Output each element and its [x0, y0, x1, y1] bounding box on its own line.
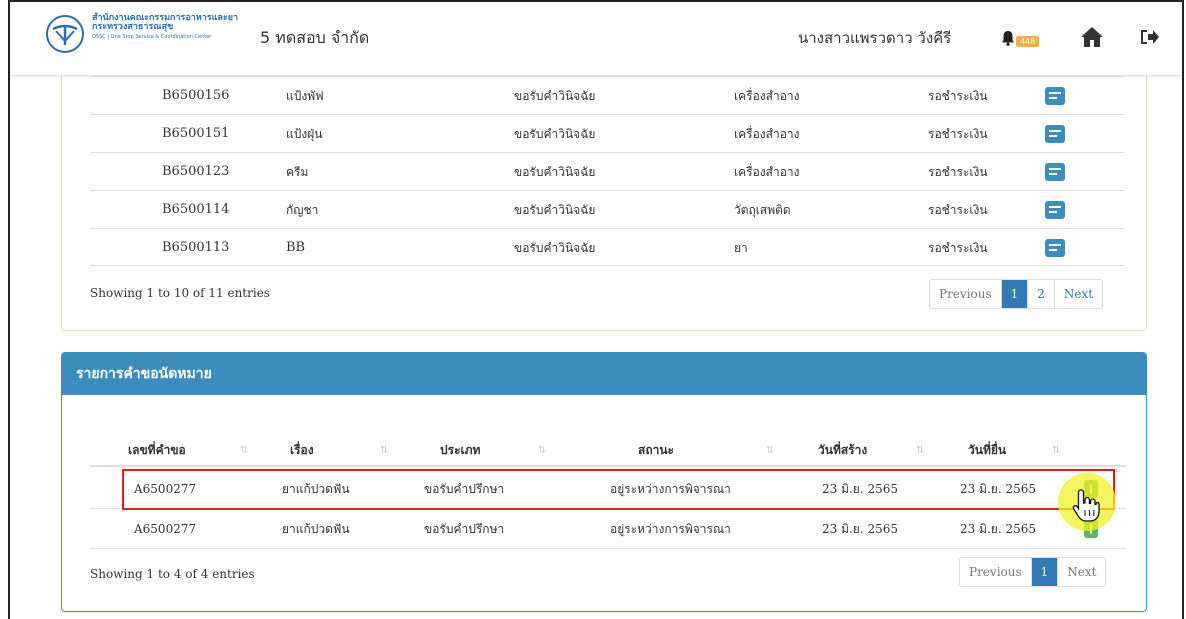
col-header-created[interactable]: วันที่สร้าง — [818, 433, 867, 467]
pagination-next[interactable]: Next — [1058, 558, 1105, 586]
request-id: B6500151 — [162, 126, 230, 141]
org-name-line3: OSSC | One Stop Service & Coordination C… — [92, 34, 212, 40]
col-header-status[interactable]: สถานะ — [638, 433, 674, 467]
appointment-subject: ยาแก้ปวดฟัน — [282, 522, 350, 536]
request-status: รอชำระเงิน — [928, 241, 988, 255]
request-type: ขอรับคำวินิจฉัย — [514, 165, 596, 179]
frame-right-border — [1182, 0, 1184, 619]
table-row: B6500114 กัญชา ขอรับคำวินิจฉัย วัตถุเสพต… — [90, 190, 1124, 228]
request-type: ขอรับคำวินิจฉัย — [514, 89, 596, 103]
appointment-submitted: 23 มิ.ย. 2565 — [960, 522, 1037, 536]
request-id: B6500114 — [162, 202, 230, 217]
request-id: B6500156 — [162, 88, 230, 103]
logout-icon[interactable] — [1140, 28, 1160, 50]
view-detail-button[interactable] — [1045, 125, 1065, 143]
view-detail-button[interactable] — [1045, 163, 1065, 181]
table-info-text: Showing 1 to 10 of 11 entries — [90, 286, 270, 300]
request-category: เครื่องสำอาง — [734, 89, 800, 103]
view-detail-button[interactable] — [1045, 201, 1065, 219]
request-name: แป้งพัฟ — [286, 89, 324, 103]
request-category: ยา — [734, 241, 748, 255]
company-name: 5 ทดสอบ จำกัด — [260, 28, 370, 47]
pagination-page-2[interactable]: 2 — [1028, 280, 1055, 308]
col-header-subject[interactable]: เรื่อง — [290, 433, 314, 467]
pagination-previous[interactable]: Previous — [930, 280, 1002, 308]
view-detail-button[interactable] — [1045, 87, 1065, 105]
user-name[interactable]: นางสาวแพรวดาว วังคีรี — [798, 26, 951, 50]
col-header-submitted[interactable]: วันที่ยื่น — [968, 433, 1006, 467]
pagination-next[interactable]: Next — [1055, 280, 1102, 308]
request-name: แป้งฝุ่น — [286, 127, 323, 141]
org-name-line2: กระทรวงสาธารณสุข — [92, 22, 174, 32]
request-status: รอชำระเงิน — [928, 203, 988, 217]
request-id: B6500123 — [162, 164, 230, 179]
request-status: รอชำระเงิน — [928, 127, 988, 141]
pagination-page-1[interactable]: 1 — [1001, 280, 1029, 308]
view-detail-button[interactable] — [1045, 239, 1065, 257]
panel-title: รายการคำขอนัดหมาย — [62, 353, 1146, 395]
logo-emblem-icon — [52, 24, 78, 45]
request-name: BB — [286, 240, 306, 255]
pagination-previous[interactable]: Previous — [960, 558, 1032, 586]
request-category: เครื่องสำอาง — [734, 165, 800, 179]
hand-cursor-icon — [1072, 488, 1100, 526]
frame-left-border — [8, 0, 10, 619]
sort-icon[interactable]: ⇅ — [380, 445, 388, 456]
table-row: B6500123 ครีม ขอรับคำวินิจฉัย เครื่องสำอ… — [90, 152, 1124, 190]
request-type: ขอรับคำวินิจฉัย — [514, 203, 596, 217]
home-icon[interactable] — [1080, 26, 1104, 52]
highlight-box — [122, 469, 1115, 510]
logo-text: สำนักงานคณะกรรมการอาหารและยา กระทรวงสาธา… — [92, 14, 238, 42]
fda-logo[interactable] — [46, 15, 84, 53]
sort-icon[interactable]: ⇅ — [538, 445, 546, 456]
pagination: Previous 1 2 Next — [929, 279, 1104, 309]
appointment-type: ขอรับคำปรึกษา — [424, 522, 505, 536]
sort-icon[interactable]: ⇅ — [916, 445, 924, 456]
table-row: A6500277 ยาแก้ปวดฟัน ขอรับคำปรึกษา อยู่ร… — [90, 509, 1126, 549]
pagination-page-1[interactable]: 1 — [1031, 558, 1059, 586]
top-header: สำนักงานคณะกรรมการอาหารและยา กระทรวงสาธา… — [10, 2, 1182, 76]
request-name: กัญชา — [286, 203, 319, 217]
request-type: ขอรับคำวินิจฉัย — [514, 241, 596, 255]
table-info-text: Showing 1 to 4 of 4 entries — [90, 567, 255, 581]
notification-badge[interactable]: 448 — [1016, 36, 1040, 47]
request-id: B6500113 — [162, 240, 230, 255]
sort-icon[interactable]: ⇅ — [766, 445, 774, 456]
appointment-created: 23 มิ.ย. 2565 — [822, 522, 899, 536]
table-row: B6500113 BB ขอรับคำวินิจฉัย ยา รอชำระเงิ… — [90, 228, 1124, 266]
col-header-type[interactable]: ประเภท — [440, 433, 480, 467]
sort-icon[interactable]: ⇅ — [1052, 445, 1060, 456]
request-category: เครื่องสำอาง — [734, 127, 800, 141]
bell-icon[interactable] — [1000, 30, 1016, 50]
pagination: Previous 1 Next — [959, 557, 1107, 587]
request-name: ครีม — [286, 165, 309, 179]
appointment-id: A6500277 — [134, 522, 197, 536]
request-status: รอชำระเงิน — [928, 165, 988, 179]
request-status: รอชำระเงิน — [928, 89, 988, 103]
appointment-status: อยู่ระหว่างการพิจารณา — [610, 522, 731, 536]
table-row: B6500156 แป้งพัฟ ขอรับคำวินิจฉัย เครื่อง… — [90, 76, 1124, 114]
sort-icon[interactable]: ⇅ — [240, 445, 248, 456]
request-type: ขอรับคำวินิจฉัย — [514, 127, 596, 141]
col-header-request-id[interactable]: เลขที่คำขอ — [128, 433, 186, 467]
table-header: เลขที่คำขอ ⇅ เรื่อง ⇅ ประเภท ⇅ สถานะ ⇅ ว… — [90, 433, 1126, 467]
table-row: B6500151 แป้งฝุ่น ขอรับคำวินิจฉัย เครื่อ… — [90, 114, 1124, 152]
request-category: วัตถุเสพติด — [734, 203, 791, 217]
